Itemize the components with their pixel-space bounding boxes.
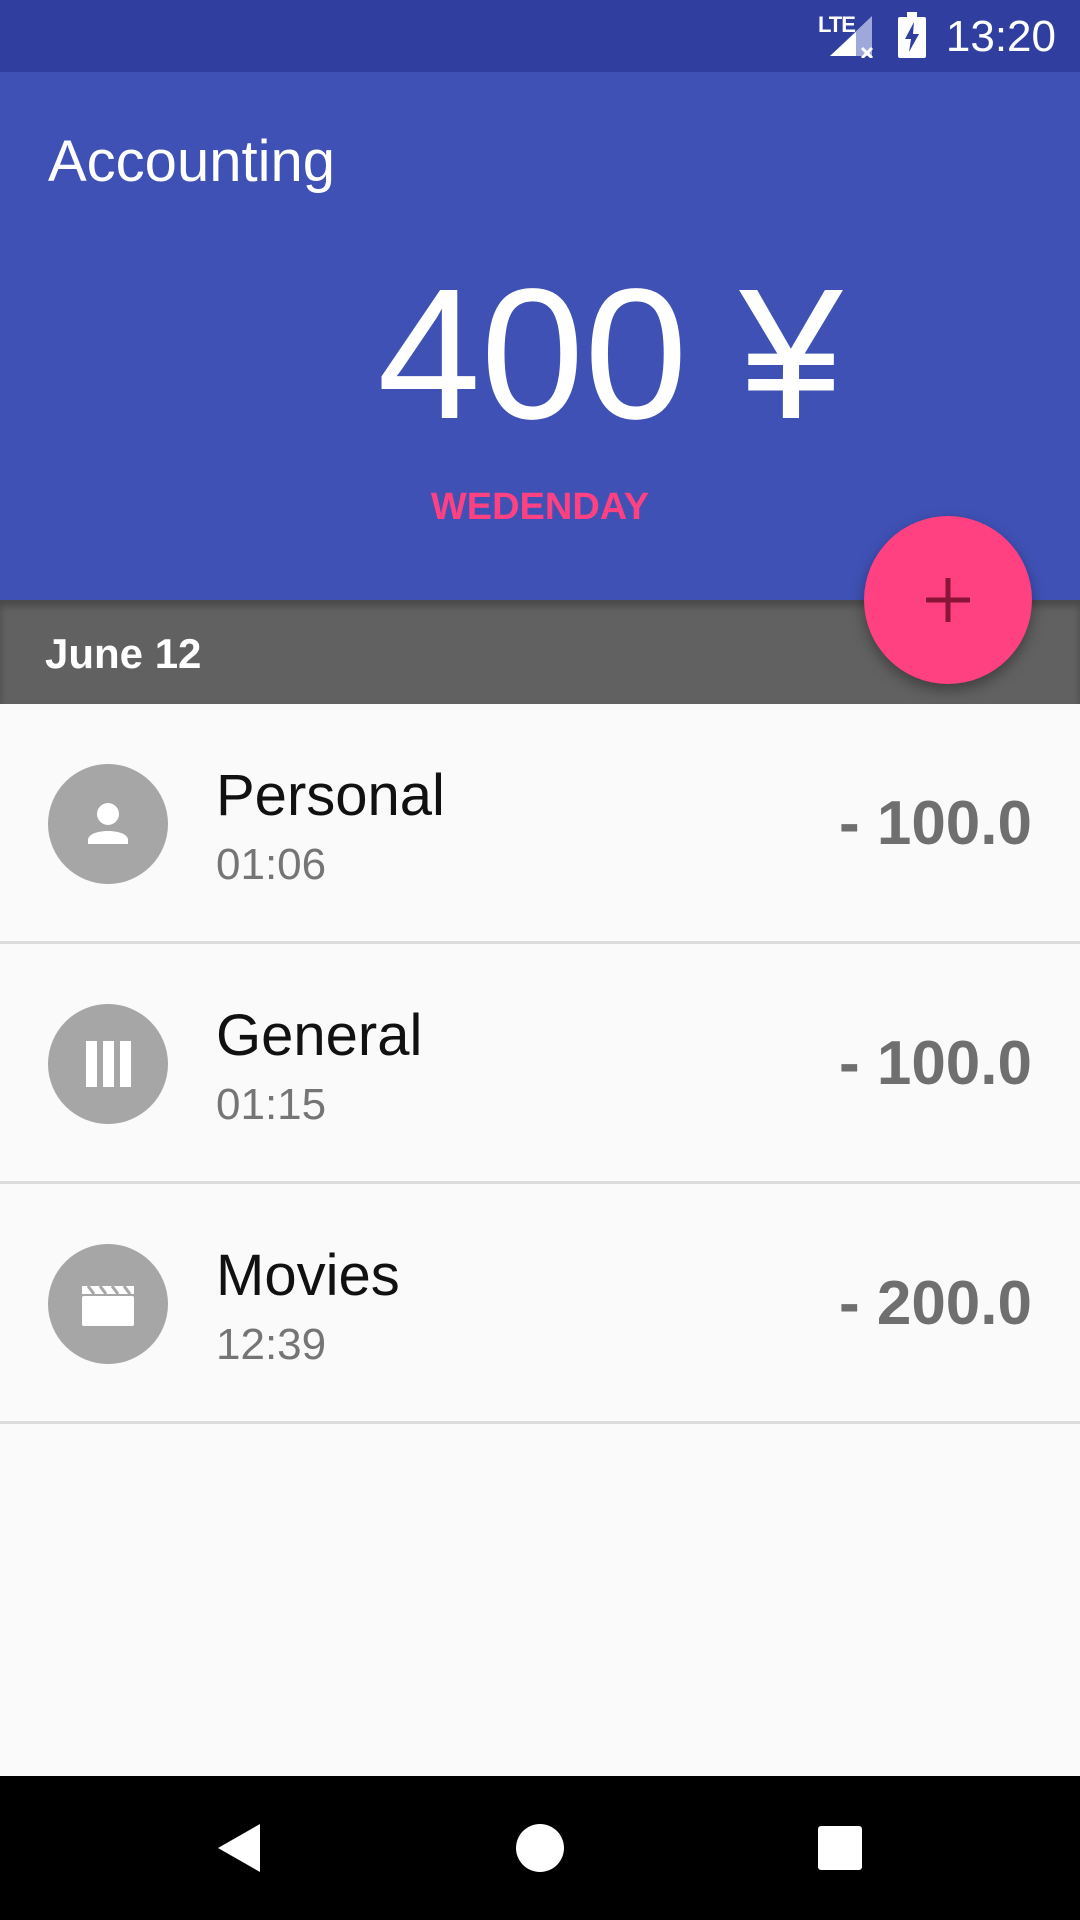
recents-square-icon (818, 1826, 862, 1870)
total-amount: 400 ¥ (377, 251, 843, 458)
entry-amount: - 200.0 (838, 1269, 1032, 1338)
list-item[interactable]: Personal 01:06 - 100.0 (0, 704, 1080, 944)
recents-button[interactable] (780, 1776, 900, 1920)
plus-icon (926, 578, 970, 622)
status-bar: LTE 13:20 (0, 0, 1080, 72)
entry-amount: - 100.0 (838, 1029, 1032, 1098)
list-item[interactable]: Movies 12:39 - 200.0 (0, 1184, 1080, 1424)
clapperboard-icon (48, 1244, 168, 1364)
navigation-bar (0, 1776, 1080, 1920)
date-label: June 12 (45, 630, 202, 677)
clock: 13:20 (945, 12, 1056, 61)
entry-amount: - 100.0 (838, 789, 1032, 858)
entry-category: Personal (216, 763, 445, 828)
battery-charging-icon (898, 12, 926, 63)
add-entry-button[interactable] (864, 516, 1032, 684)
home-button[interactable] (480, 1776, 600, 1920)
entry-time: 01:06 (216, 840, 327, 889)
page-title: Accounting (48, 129, 335, 194)
bars-icon (48, 1004, 168, 1124)
entry-time: 12:39 (216, 1320, 327, 1369)
person-icon (48, 764, 168, 884)
entry-list: Personal 01:06 - 100.0 General 01:15 - 1… (0, 704, 1080, 1424)
entry-category: Movies (216, 1243, 400, 1308)
list-item[interactable]: General 01:15 - 100.0 (0, 944, 1080, 1184)
back-triangle-icon (218, 1824, 260, 1872)
home-circle-icon (516, 1824, 564, 1872)
back-button[interactable] (180, 1776, 300, 1920)
entry-category: General (216, 1003, 423, 1068)
entry-time: 01:15 (216, 1080, 327, 1129)
signal-icon (826, 14, 876, 63)
